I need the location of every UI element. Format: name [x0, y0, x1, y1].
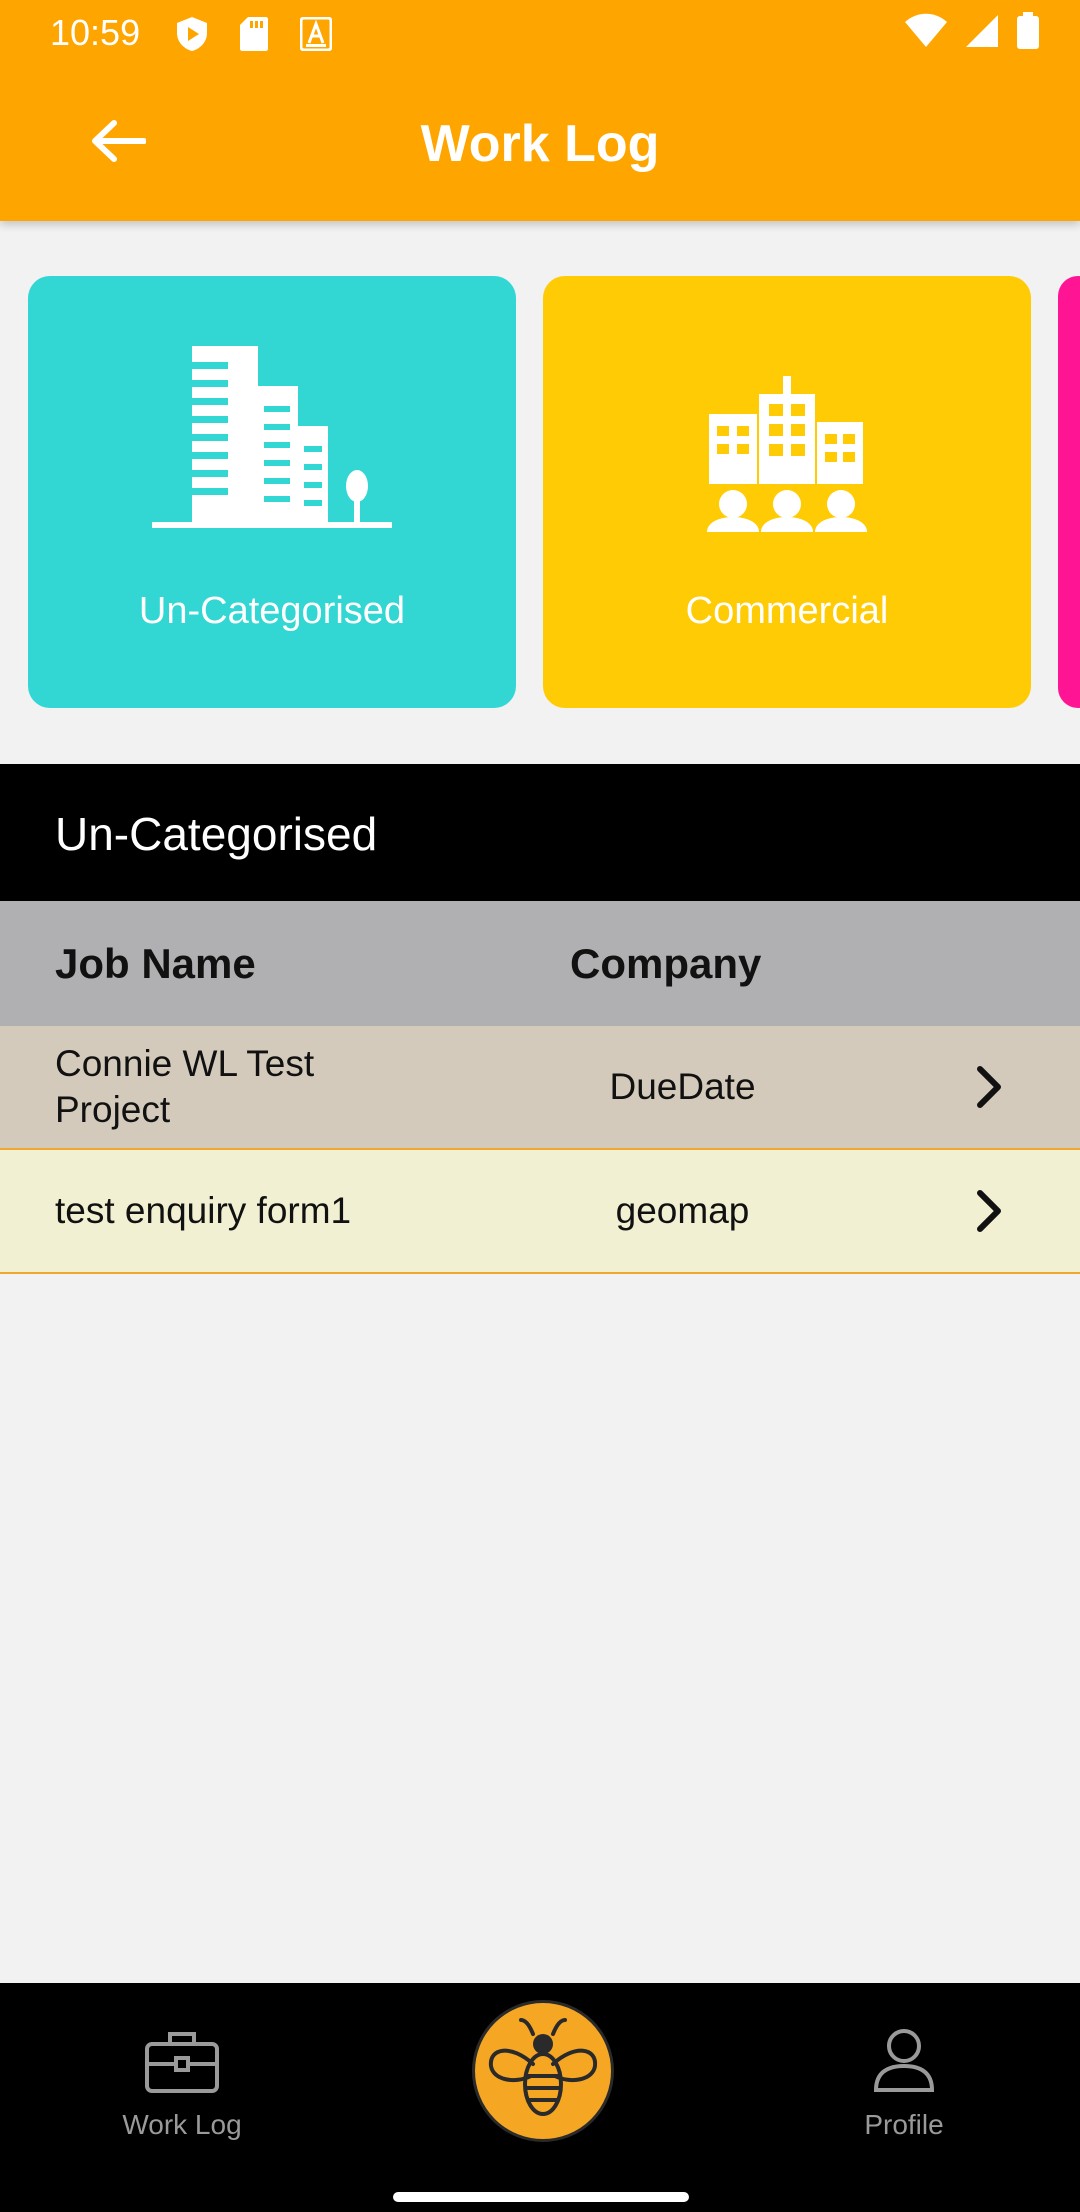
- category-card-commercial[interactable]: Commercial: [543, 276, 1031, 708]
- battery-icon: [1016, 12, 1040, 55]
- company-cell: DueDate: [609, 1066, 756, 1107]
- job-name-cell: Connie WL Test Project: [55, 1043, 315, 1130]
- section-title: Un-Categorised: [55, 808, 378, 860]
- column-header-company: Company: [570, 940, 762, 987]
- status-left-icons: [172, 14, 336, 54]
- chevron-right-icon[interactable]: [964, 1062, 1014, 1112]
- page-title: Work Log: [420, 115, 660, 173]
- font-icon: [296, 14, 336, 54]
- table-row[interactable]: test enquiry form1 geomap: [0, 1150, 1080, 1274]
- nav-item-work-log[interactable]: Work Log: [62, 2025, 302, 2141]
- commercial-buildings-icon: [543, 336, 1031, 546]
- home-bee-button[interactable]: [472, 2000, 614, 2142]
- chevron-right-icon[interactable]: [964, 1186, 1014, 1236]
- nav-item-profile[interactable]: Profile: [784, 2025, 1024, 2141]
- status-time: 10:59: [50, 12, 141, 53]
- bee-icon: [481, 2014, 605, 2129]
- sd-card-icon: [234, 14, 274, 54]
- column-header-job-name: Job Name: [55, 940, 256, 987]
- company-cell: geomap: [615, 1190, 750, 1231]
- nav-label: Work Log: [122, 2109, 242, 2140]
- table-header: Job Name Company: [0, 901, 1080, 1026]
- screen: 10:59 Work Log Un-Categorised Commercial…: [0, 0, 1080, 2212]
- app-bar: 10:59 Work Log: [0, 0, 1080, 221]
- category-card-partial[interactable]: [1058, 276, 1080, 708]
- home-indicator[interactable]: [393, 2192, 689, 2202]
- category-label: Un-Categorised: [138, 590, 406, 632]
- bottom-navigation: Work Log Profile: [0, 1983, 1080, 2212]
- buildings-icon: [28, 336, 516, 546]
- category-carousel[interactable]: Un-Categorised Commercial: [0, 276, 1080, 708]
- briefcase-icon: [62, 2025, 302, 2097]
- status-bar: 10:59: [0, 0, 1080, 66]
- wifi-icon: [904, 13, 948, 54]
- person-icon: [784, 2025, 1024, 2097]
- category-label: Commercial: [685, 590, 889, 632]
- status-right-icons: [904, 12, 1040, 55]
- category-card-uncategorised[interactable]: Un-Categorised: [28, 276, 516, 708]
- nav-label: Profile: [864, 2109, 944, 2140]
- table-row[interactable]: Connie WL Test Project DueDate: [0, 1026, 1080, 1150]
- shield-play-icon: [172, 14, 212, 54]
- section-header: Un-Categorised: [0, 764, 1080, 901]
- signal-icon: [964, 13, 1000, 54]
- job-name-cell: test enquiry form1: [55, 1190, 352, 1231]
